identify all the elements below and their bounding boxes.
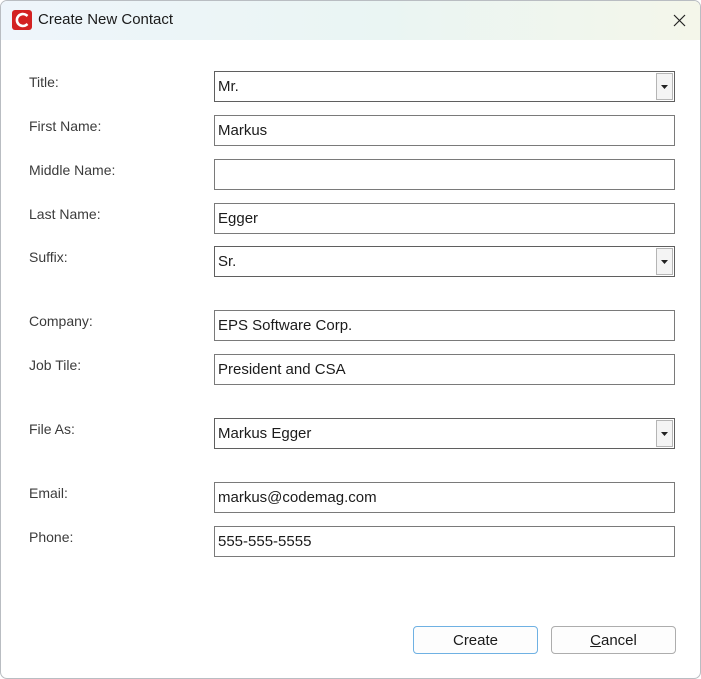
file-as-dropdown-button[interactable] [656,420,673,447]
email-value: markus@codemag.com [218,489,377,506]
phone-label: Phone: [29,529,74,545]
email-field[interactable]: markus@codemag.com [214,482,675,513]
email-label: Email: [29,485,68,501]
middle-name-field[interactable] [214,159,675,190]
company-field[interactable]: EPS Software Corp. [214,310,675,341]
file-as-label: File As: [29,421,75,437]
cancel-label-rest: ancel [600,631,637,649]
first-name-label: First Name: [29,118,102,134]
title-dropdown-button[interactable] [656,73,673,100]
suffix-label: Suffix: [29,249,68,265]
title-select[interactable]: Mr. [214,71,675,102]
title-select-value: Mr. [218,78,239,95]
last-name-label: Last Name: [29,206,101,222]
job-title-field[interactable]: President and CSA [214,354,675,385]
close-button[interactable] [664,5,694,35]
middle-name-label: Middle Name: [29,162,116,178]
first-name-field[interactable]: Markus [214,115,675,146]
chevron-down-icon [661,431,668,436]
job-title-value: President and CSA [218,361,346,378]
title-bar: Create New Contact [1,1,700,40]
job-title-label: Job Tile: [29,357,82,373]
title-label: Title: [29,74,59,90]
chevron-down-icon [661,259,668,264]
last-name-field[interactable]: Egger [214,203,675,234]
first-name-value: Markus [218,122,268,139]
create-button[interactable]: Create [413,626,538,654]
close-icon [673,14,685,26]
create-button-label: Create [452,631,499,649]
last-name-value: Egger [218,210,259,227]
cancel-button[interactable]: Cancel [551,626,676,654]
suffix-select-value: Sr. [218,253,237,270]
company-value: EPS Software Corp. [218,317,353,334]
app-logo-icon [12,10,32,30]
create-contact-dialog: Create New Contact Title: Mr. First Name… [0,0,701,679]
window-title: Create New Contact [38,11,174,28]
suffix-select[interactable]: Sr. [214,246,675,277]
file-as-select[interactable]: Markus Egger [214,418,675,449]
company-label: Company: [29,313,93,329]
file-as-select-value: Markus Egger [218,425,312,442]
suffix-dropdown-button[interactable] [656,248,673,275]
phone-value: 555-555-5555 [218,533,312,550]
phone-field[interactable]: 555-555-5555 [214,526,675,557]
cancel-button-label: Cancel [590,632,637,649]
chevron-down-icon [661,84,668,89]
cancel-accelerator-key: C [590,631,601,649]
